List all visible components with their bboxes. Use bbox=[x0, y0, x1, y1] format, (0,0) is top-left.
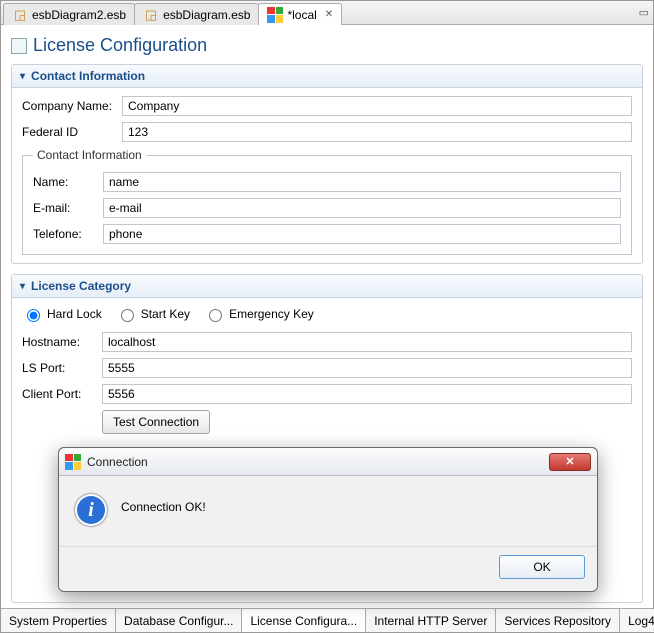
section-contact-info: ▾ Contact Information Company Name: Fede… bbox=[11, 64, 643, 264]
company-name-label: Company Name: bbox=[22, 99, 122, 113]
radio-startkey-input[interactable] bbox=[121, 309, 134, 322]
editor-tab-label: *local bbox=[287, 8, 316, 22]
editor-tab[interactable]: ◲ esbDiagram2.esb bbox=[3, 3, 135, 25]
bottom-tab-services-repo[interactable]: Services Repository bbox=[496, 609, 620, 632]
radio-emergency-input[interactable] bbox=[209, 309, 222, 322]
dialog-titlebar[interactable]: Connection ✕ bbox=[59, 448, 597, 476]
contact-group: Contact Information Name: E-mail: Telefo… bbox=[22, 148, 632, 255]
email-label: E-mail: bbox=[33, 201, 103, 215]
section-title: License Category bbox=[31, 279, 131, 293]
radio-emergency[interactable]: Emergency Key bbox=[204, 306, 314, 322]
app-icon bbox=[267, 7, 283, 23]
bottom-tab-bar: System Properties Database Configur... L… bbox=[1, 608, 653, 632]
editor-tab-label: esbDiagram2.esb bbox=[32, 8, 126, 22]
section-title: Contact Information bbox=[31, 69, 145, 83]
radio-startkey[interactable]: Start Key bbox=[116, 306, 190, 322]
bottom-tab-log4j[interactable]: Log4j bbox=[620, 609, 654, 632]
federal-id-label: Federal ID bbox=[22, 125, 122, 139]
close-icon[interactable]: ✕ bbox=[325, 9, 333, 20]
federal-id-input[interactable] bbox=[122, 122, 632, 142]
bottom-tab-database-config[interactable]: Database Configur... bbox=[116, 609, 242, 632]
dialog-close-button[interactable]: ✕ bbox=[549, 453, 591, 471]
chevron-down-icon: ▾ bbox=[20, 71, 25, 82]
radio-hardlock[interactable]: Hard Lock bbox=[22, 306, 102, 322]
lsport-label: LS Port: bbox=[22, 361, 102, 375]
lsport-input[interactable] bbox=[102, 358, 632, 378]
section-header-license[interactable]: ▾ License Category bbox=[12, 275, 642, 298]
editor-tab[interactable]: ◲ esbDiagram.esb bbox=[134, 3, 259, 25]
test-connection-button[interactable]: Test Connection bbox=[102, 410, 210, 434]
bottom-tab-license-config[interactable]: License Configura... bbox=[242, 609, 366, 632]
chevron-down-icon: ▾ bbox=[20, 281, 25, 292]
bottom-tab-internal-http[interactable]: Internal HTTP Server bbox=[366, 609, 496, 632]
phone-input[interactable] bbox=[103, 224, 621, 244]
phone-label: Telefone: bbox=[33, 227, 103, 241]
bottom-tab-system-properties[interactable]: System Properties bbox=[1, 609, 116, 632]
contact-group-title: Contact Information bbox=[33, 148, 146, 162]
hostname-input[interactable] bbox=[102, 332, 632, 352]
hostname-label: Hostname: bbox=[22, 335, 102, 349]
company-name-input[interactable] bbox=[122, 96, 632, 116]
editor-tab-label: esbDiagram.esb bbox=[163, 8, 250, 22]
page-title: License Configuration bbox=[33, 35, 207, 56]
name-label: Name: bbox=[33, 175, 103, 189]
file-icon: ◲ bbox=[12, 7, 28, 23]
dialog-title-text: Connection bbox=[87, 455, 543, 469]
dialog-message: Connection OK! bbox=[121, 494, 206, 514]
restore-icon[interactable]: ▭ bbox=[639, 6, 649, 19]
page-icon bbox=[11, 38, 27, 54]
clientport-label: Client Port: bbox=[22, 387, 102, 401]
name-input[interactable] bbox=[103, 172, 621, 192]
editor-tab-bar: ◲ esbDiagram2.esb ◲ esbDiagram.esb *loca… bbox=[1, 1, 653, 25]
email-input[interactable] bbox=[103, 198, 621, 218]
info-icon: i bbox=[75, 494, 107, 526]
file-icon: ◲ bbox=[143, 7, 159, 23]
editor-tab-active[interactable]: *local ✕ bbox=[258, 3, 342, 25]
clientport-input[interactable] bbox=[102, 384, 632, 404]
radio-hardlock-input[interactable] bbox=[27, 309, 40, 322]
app-icon bbox=[65, 454, 81, 470]
connection-dialog[interactable]: Connection ✕ i Connection OK! OK bbox=[58, 447, 598, 592]
dialog-ok-button[interactable]: OK bbox=[499, 555, 585, 579]
section-header-contact[interactable]: ▾ Contact Information bbox=[12, 65, 642, 88]
